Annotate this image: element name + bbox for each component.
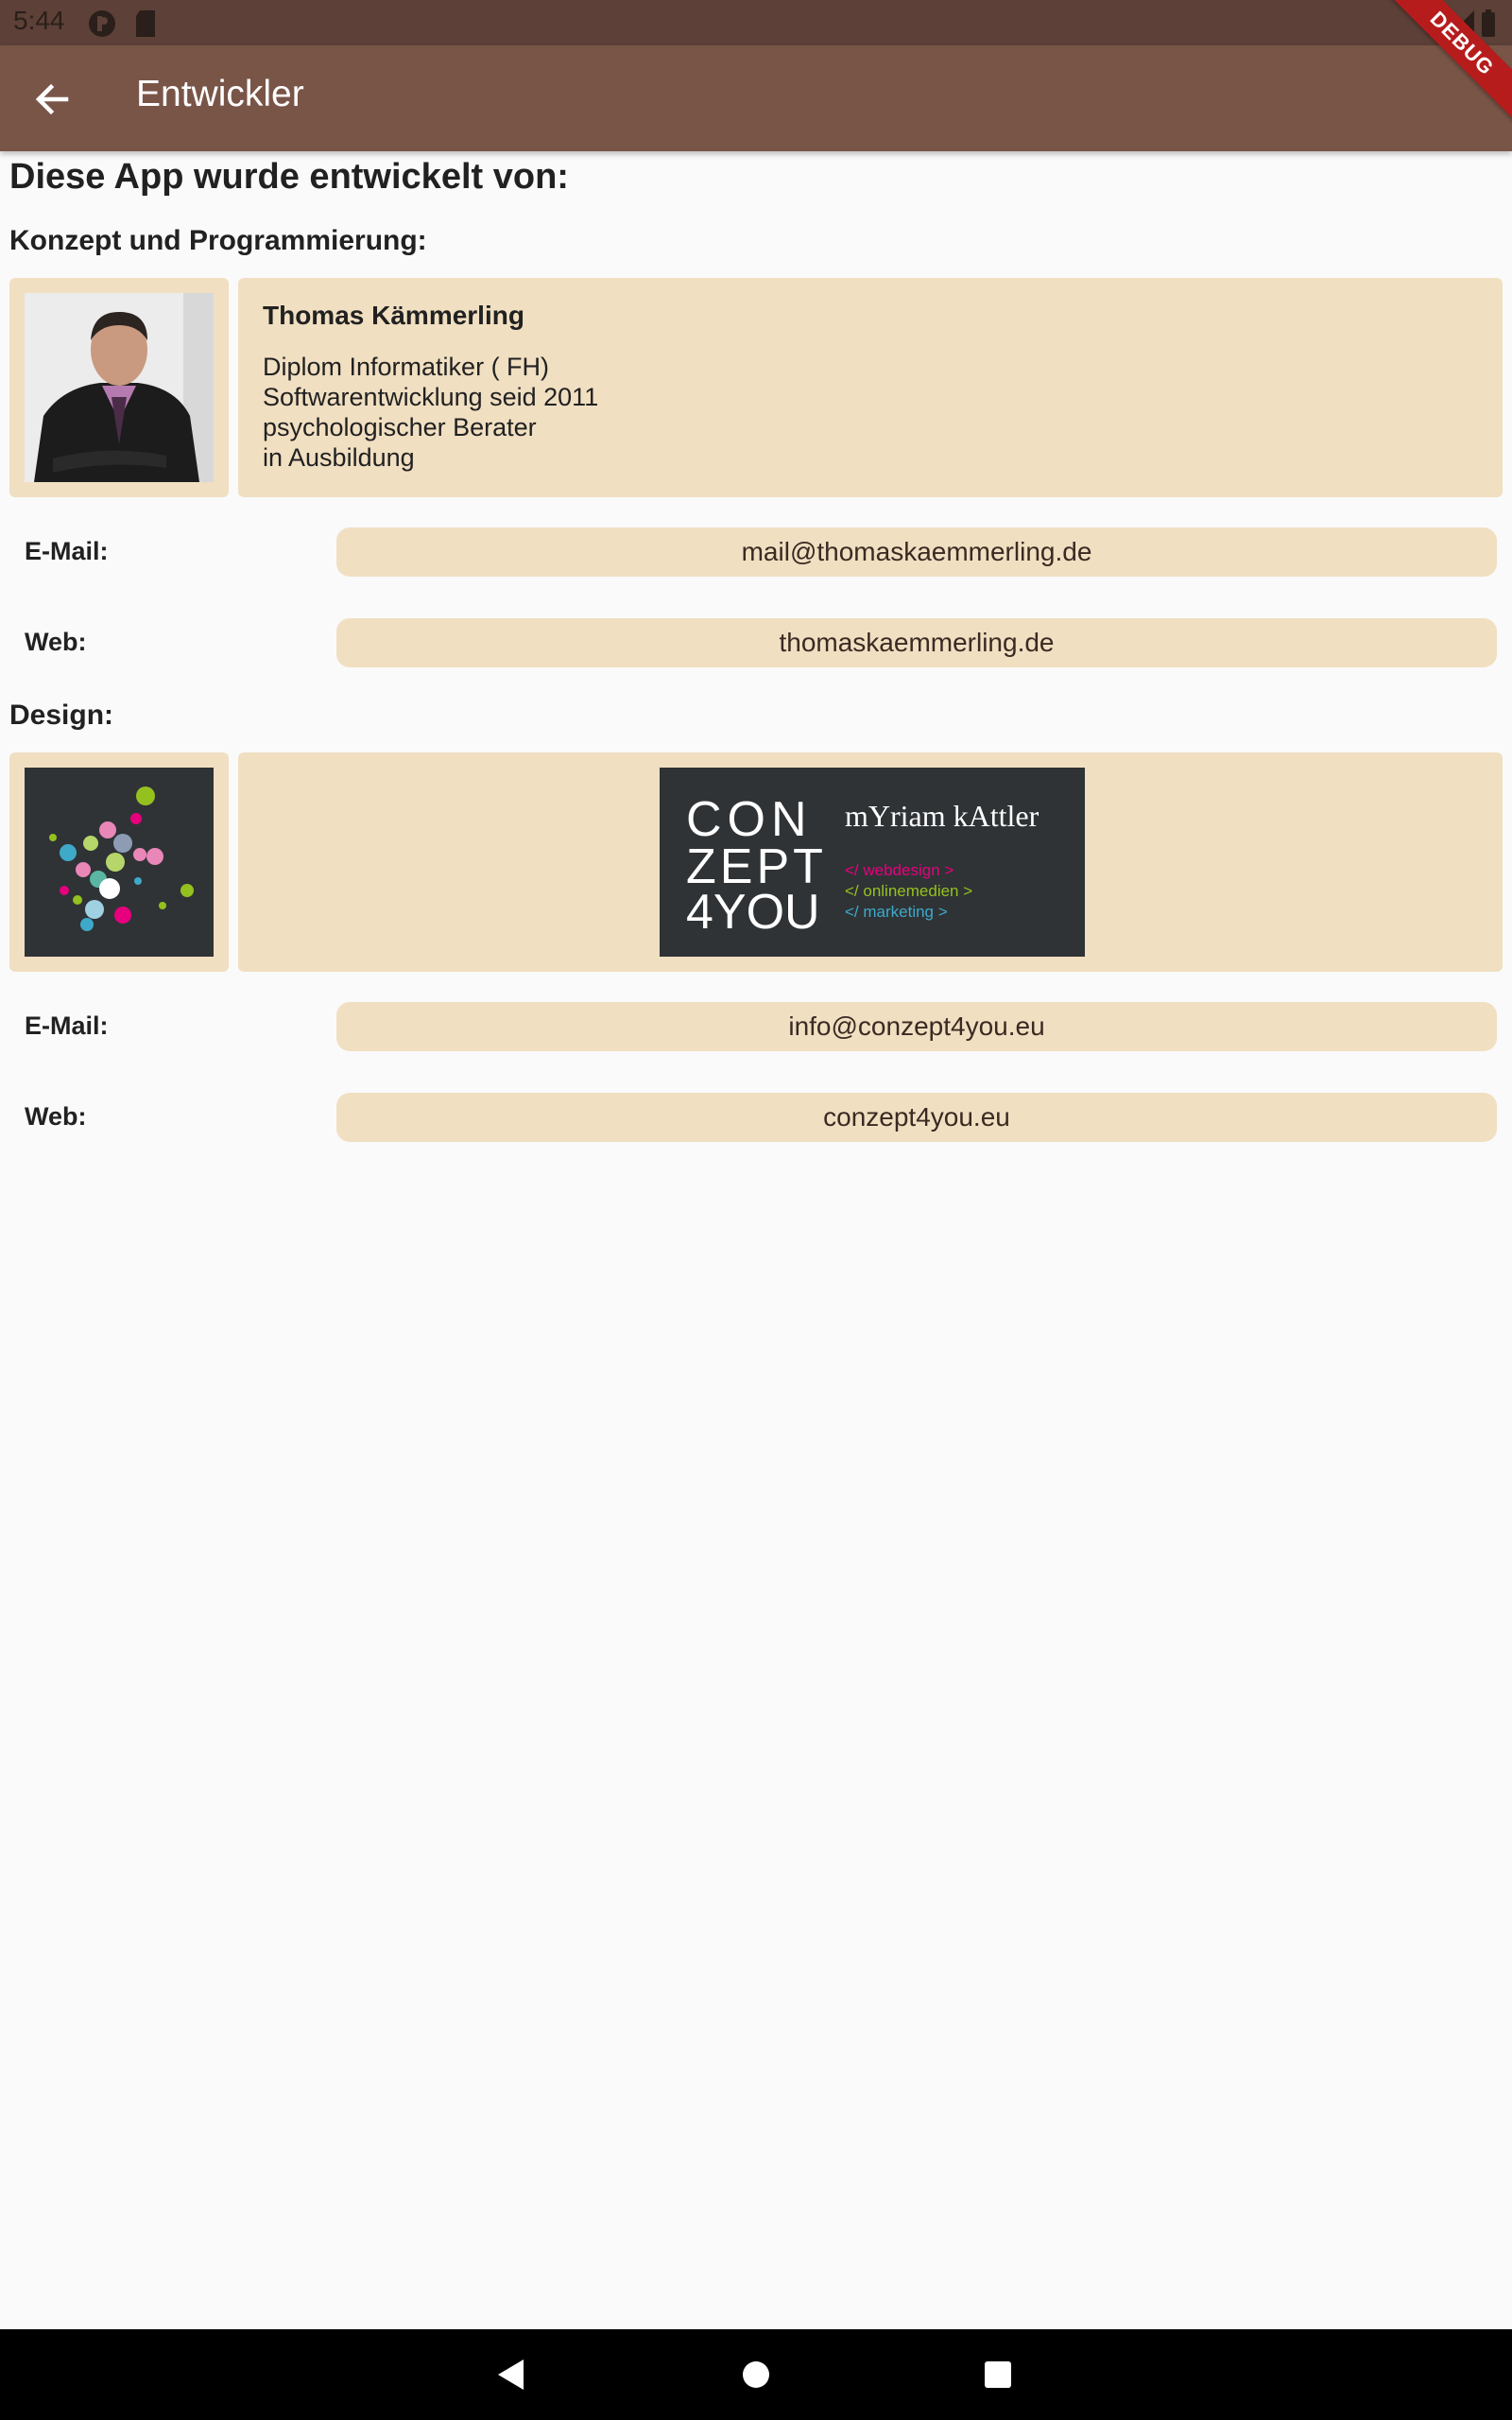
logo-line-3: 4YOU: [686, 885, 820, 940]
designer-web-button[interactable]: conzept4you.eu: [336, 1093, 1497, 1142]
developer-line: Softwarentwicklung seid 2011: [263, 383, 599, 411]
app-bar: Entwickler: [0, 45, 1512, 151]
designer-web-label: Web:: [25, 1102, 87, 1131]
system-navigation-bar: [0, 2329, 1512, 2420]
nav-back-icon[interactable]: [495, 2358, 527, 2392]
logo-designer-name: mYriam kAttler: [845, 799, 1040, 833]
back-arrow-icon[interactable]: [28, 76, 76, 123]
designer-logo-card: [9, 752, 229, 972]
logo-tag-webdesign: </ webdesign >: [845, 861, 954, 879]
developer-info-card: Thomas Kämmerling Diplom Informatiker ( …: [238, 278, 1503, 497]
logo-tag-marketing: </ marketing >: [845, 903, 948, 921]
logo-tag-onlinemedien: </ onlinemedien >: [845, 882, 972, 900]
developer-line: Diplom Informatiker ( FH): [263, 353, 550, 381]
developer-web-button[interactable]: thomaskaemmerling.de: [336, 618, 1497, 667]
status-time: 5:44: [13, 6, 65, 35]
status-bar: 5:44: [0, 0, 1512, 45]
page-heading: Diese App wurde entwickelt von:: [9, 157, 569, 197]
developer-line: in Ausbildung: [263, 443, 415, 472]
developer-email-button[interactable]: mail@thomaskaemmerling.de: [336, 527, 1497, 577]
developer-line: psychologischer Berater: [263, 413, 537, 441]
section-heading-design: Design:: [9, 700, 114, 731]
sd-card-icon: [136, 10, 155, 37]
developer-email-label: E-Mail:: [25, 537, 109, 565]
conzept4you-banner-logo: CON ZEPT 4YOU mYriam kAttler </ webdesig…: [660, 768, 1085, 957]
section-heading-concept: Konzept und Programmierung:: [9, 225, 427, 256]
page-title: Entwickler: [136, 74, 304, 114]
designer-email-button[interactable]: info@conzept4you.eu: [336, 1002, 1497, 1051]
designer-email-label: E-Mail:: [25, 1011, 109, 1040]
developer-name: Thomas Kämmerling: [263, 301, 524, 330]
developer-description: Diplom Informatiker ( FH) Softwarentwick…: [263, 352, 598, 473]
nav-home-icon[interactable]: [741, 2360, 771, 2390]
developer-web-label: Web:: [25, 628, 87, 656]
app-notification-icon: [89, 10, 115, 37]
battery-icon: [1482, 9, 1495, 37]
nav-recents-icon[interactable]: [983, 2360, 1013, 2390]
conzept4you-symbol-logo: [25, 768, 214, 957]
developer-photo: [25, 293, 214, 482]
developer-photo-card: [9, 278, 229, 497]
designer-banner-card: CON ZEPT 4YOU mYriam kAttler </ webdesig…: [238, 752, 1503, 972]
